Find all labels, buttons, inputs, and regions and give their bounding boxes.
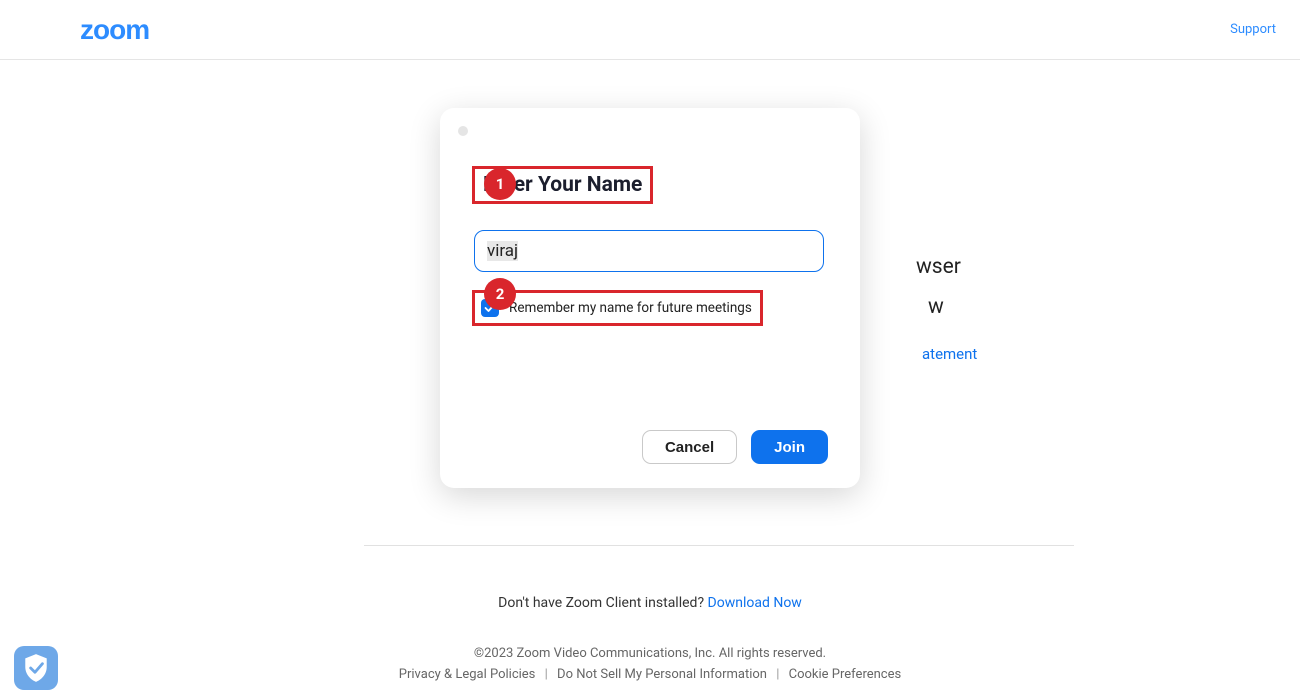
footer-copyright: ©2023 Zoom Video Communications, Inc. Al… — [0, 646, 1300, 661]
bg-agree-link[interactable]: atement — [922, 345, 977, 363]
bg-heading-right-2: w — [928, 295, 944, 319]
support-link[interactable]: Support — [1230, 22, 1276, 37]
footer-sep: | — [776, 667, 779, 682]
download-row: Don't have Zoom Client installed? Downlo… — [0, 595, 1300, 611]
zoom-logo: zoom — [80, 14, 149, 46]
remember-label: Remember my name for future meetings — [509, 300, 752, 316]
footer-cookie-link[interactable]: Cookie Preferences — [789, 667, 902, 682]
footer-donotsell-link[interactable]: Do Not Sell My Personal Information — [557, 667, 767, 682]
shield-badge[interactable] — [14, 646, 58, 690]
footer-links: Privacy & Legal Policies | Do Not Sell M… — [0, 667, 1300, 682]
shield-icon — [23, 653, 49, 683]
name-input[interactable]: viraj — [474, 230, 824, 272]
name-input-value: viraj — [487, 241, 518, 261]
page-header: zoom Support — [0, 0, 1300, 60]
footer-privacy-link[interactable]: Privacy & Legal Policies — [399, 667, 536, 682]
join-button[interactable]: Join — [751, 430, 828, 464]
name-input-wrapper: viraj — [472, 230, 828, 272]
modal-actions: Cancel Join — [642, 430, 828, 464]
download-prompt: Don't have Zoom Client installed? — [498, 595, 707, 611]
download-now-link[interactable]: Download Now — [708, 595, 802, 611]
divider — [364, 545, 1074, 546]
traffic-light-dot — [458, 126, 468, 136]
callout-marker-1: 1 — [484, 168, 516, 200]
cancel-button[interactable]: Cancel — [642, 430, 737, 464]
footer-sep: | — [545, 667, 548, 682]
bg-heading-right: wser — [916, 255, 961, 279]
page-footer: ©2023 Zoom Video Communications, Inc. Al… — [0, 646, 1300, 682]
callout-marker-2: 2 — [484, 278, 516, 310]
